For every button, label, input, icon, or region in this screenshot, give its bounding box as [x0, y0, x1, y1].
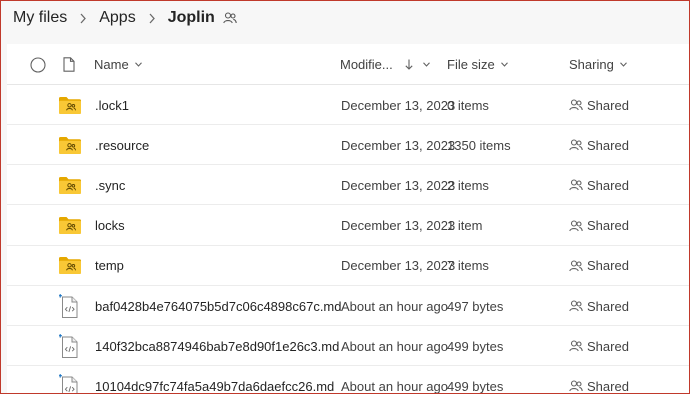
modified-date: December 13, 2023	[341, 177, 456, 193]
file-name[interactable]: .sync	[95, 165, 125, 205]
file-name[interactable]: baf0428b4e764075b5d7c06c4898c67c.md	[95, 286, 342, 326]
chevron-down-icon	[422, 62, 430, 67]
chevron-right-icon	[79, 13, 87, 24]
file-size: 1350 items	[447, 137, 511, 153]
modified-date: About an hour ago	[341, 298, 448, 314]
shared-people-icon	[223, 12, 237, 24]
table-row[interactable]: baf0428b4e764075b5d7c06c4898c67c.md About…	[7, 286, 690, 326]
file-size: 1 item	[447, 218, 483, 234]
modified-date: December 13, 2023	[341, 97, 456, 113]
modified-date: December 13, 2023	[341, 137, 456, 153]
file-name[interactable]: 10104dc97fc74fa5a49b7da6daefcc26.md	[95, 366, 334, 394]
sharing-status[interactable]: Shared	[569, 286, 629, 326]
list-header: Name Modifie... File size Sharing	[7, 44, 690, 85]
breadcrumb: My files Apps Joplin	[13, 6, 237, 30]
breadcrumb-joplin: Joplin	[167, 9, 215, 26]
shared-folder-icon	[58, 206, 82, 246]
chevron-down-icon	[619, 62, 627, 67]
table-row[interactable]: .lock1 December 13, 2023 0 items Shared	[7, 85, 690, 125]
sharing-status[interactable]: Shared	[569, 326, 629, 366]
sharing-label: Shared	[587, 97, 629, 113]
file-size: 497 bytes	[447, 298, 504, 314]
shared-folder-icon	[58, 165, 82, 205]
file-type-icon	[63, 44, 75, 85]
file-name[interactable]: temp	[95, 246, 124, 286]
table-row[interactable]: locks December 13, 2023 1 item Shared	[7, 206, 690, 246]
shared-people-icon	[569, 220, 587, 232]
markdown-file-icon	[59, 366, 81, 394]
sharing-status[interactable]: Shared	[569, 85, 629, 125]
breadcrumb-apps[interactable]: Apps	[99, 9, 135, 27]
shared-people-icon	[569, 139, 587, 151]
file-size: 499 bytes	[447, 338, 504, 354]
column-header-modified-label: Modifie...	[340, 57, 393, 72]
modified-date: About an hour ago	[341, 338, 448, 354]
breadcrumb-my-files[interactable]: My files	[13, 9, 67, 27]
sharing-status[interactable]: Shared	[569, 246, 629, 286]
sharing-label: Shared	[587, 258, 629, 274]
shared-people-icon	[569, 300, 587, 312]
sharing-label: Shared	[587, 137, 629, 153]
shared-folder-icon	[58, 85, 82, 125]
sharing-label: Shared	[587, 298, 629, 314]
file-list: Name Modifie... File size Sharing .lock1…	[7, 44, 690, 394]
shared-people-icon	[569, 99, 587, 111]
file-size: 499 bytes	[447, 378, 504, 394]
file-name[interactable]: locks	[95, 206, 125, 246]
column-header-modified[interactable]: Modifie...	[340, 44, 430, 85]
file-name[interactable]: .resource	[95, 125, 149, 165]
shared-folder-icon	[58, 125, 82, 165]
file-name[interactable]: .lock1	[95, 85, 129, 125]
sharing-label: Shared	[587, 218, 629, 234]
shared-people-icon	[569, 340, 587, 352]
table-row[interactable]: 10104dc97fc74fa5a49b7da6daefcc26.md About…	[7, 366, 690, 394]
shared-folder-icon	[58, 246, 82, 286]
column-header-name[interactable]: Name	[94, 44, 142, 85]
sharing-status[interactable]: Shared	[569, 366, 629, 394]
table-row[interactable]: .resource December 13, 2023 1350 items Shar…	[7, 125, 690, 166]
sharing-status[interactable]: Shared	[569, 125, 629, 165]
table-row[interactable]: .sync December 13, 2023 2 items Shared	[7, 165, 690, 206]
modified-date: December 13, 2023	[341, 258, 456, 274]
shared-people-icon	[569, 179, 587, 191]
markdown-file-icon	[59, 286, 81, 326]
sharing-status[interactable]: Shared	[569, 165, 629, 205]
column-header-name-label: Name	[94, 57, 129, 72]
markdown-file-icon	[59, 326, 81, 366]
file-size: 2 items	[447, 177, 489, 193]
sharing-label: Shared	[587, 378, 629, 394]
table-row[interactable]: 140f32bca8874946bab7e8d90f1e26c3.md About…	[7, 326, 690, 367]
column-header-file-size-label: File size	[447, 57, 495, 72]
modified-date: About an hour ago	[341, 378, 448, 394]
select-all-checkbox[interactable]	[30, 44, 46, 85]
chevron-down-icon	[134, 62, 142, 67]
shared-people-icon	[569, 380, 587, 392]
sharing-status[interactable]: Shared	[569, 206, 629, 246]
sort-arrow-down-icon	[405, 59, 413, 70]
sharing-label: Shared	[587, 177, 629, 193]
file-size: 0 items	[447, 97, 489, 113]
chevron-down-icon	[500, 62, 508, 67]
shared-people-icon	[569, 260, 587, 272]
file-size: 7 items	[447, 258, 489, 274]
file-name[interactable]: 140f32bca8874946bab7e8d90f1e26c3.md	[95, 326, 339, 366]
modified-date: December 13, 2023	[341, 218, 456, 234]
column-header-file-size[interactable]: File size	[447, 44, 508, 85]
column-header-sharing-label: Sharing	[569, 57, 614, 72]
sharing-label: Shared	[587, 338, 629, 354]
chevron-right-icon	[148, 13, 156, 24]
table-row[interactable]: temp December 13, 2023 7 items Shared	[7, 246, 690, 286]
column-header-sharing[interactable]: Sharing	[569, 44, 627, 85]
